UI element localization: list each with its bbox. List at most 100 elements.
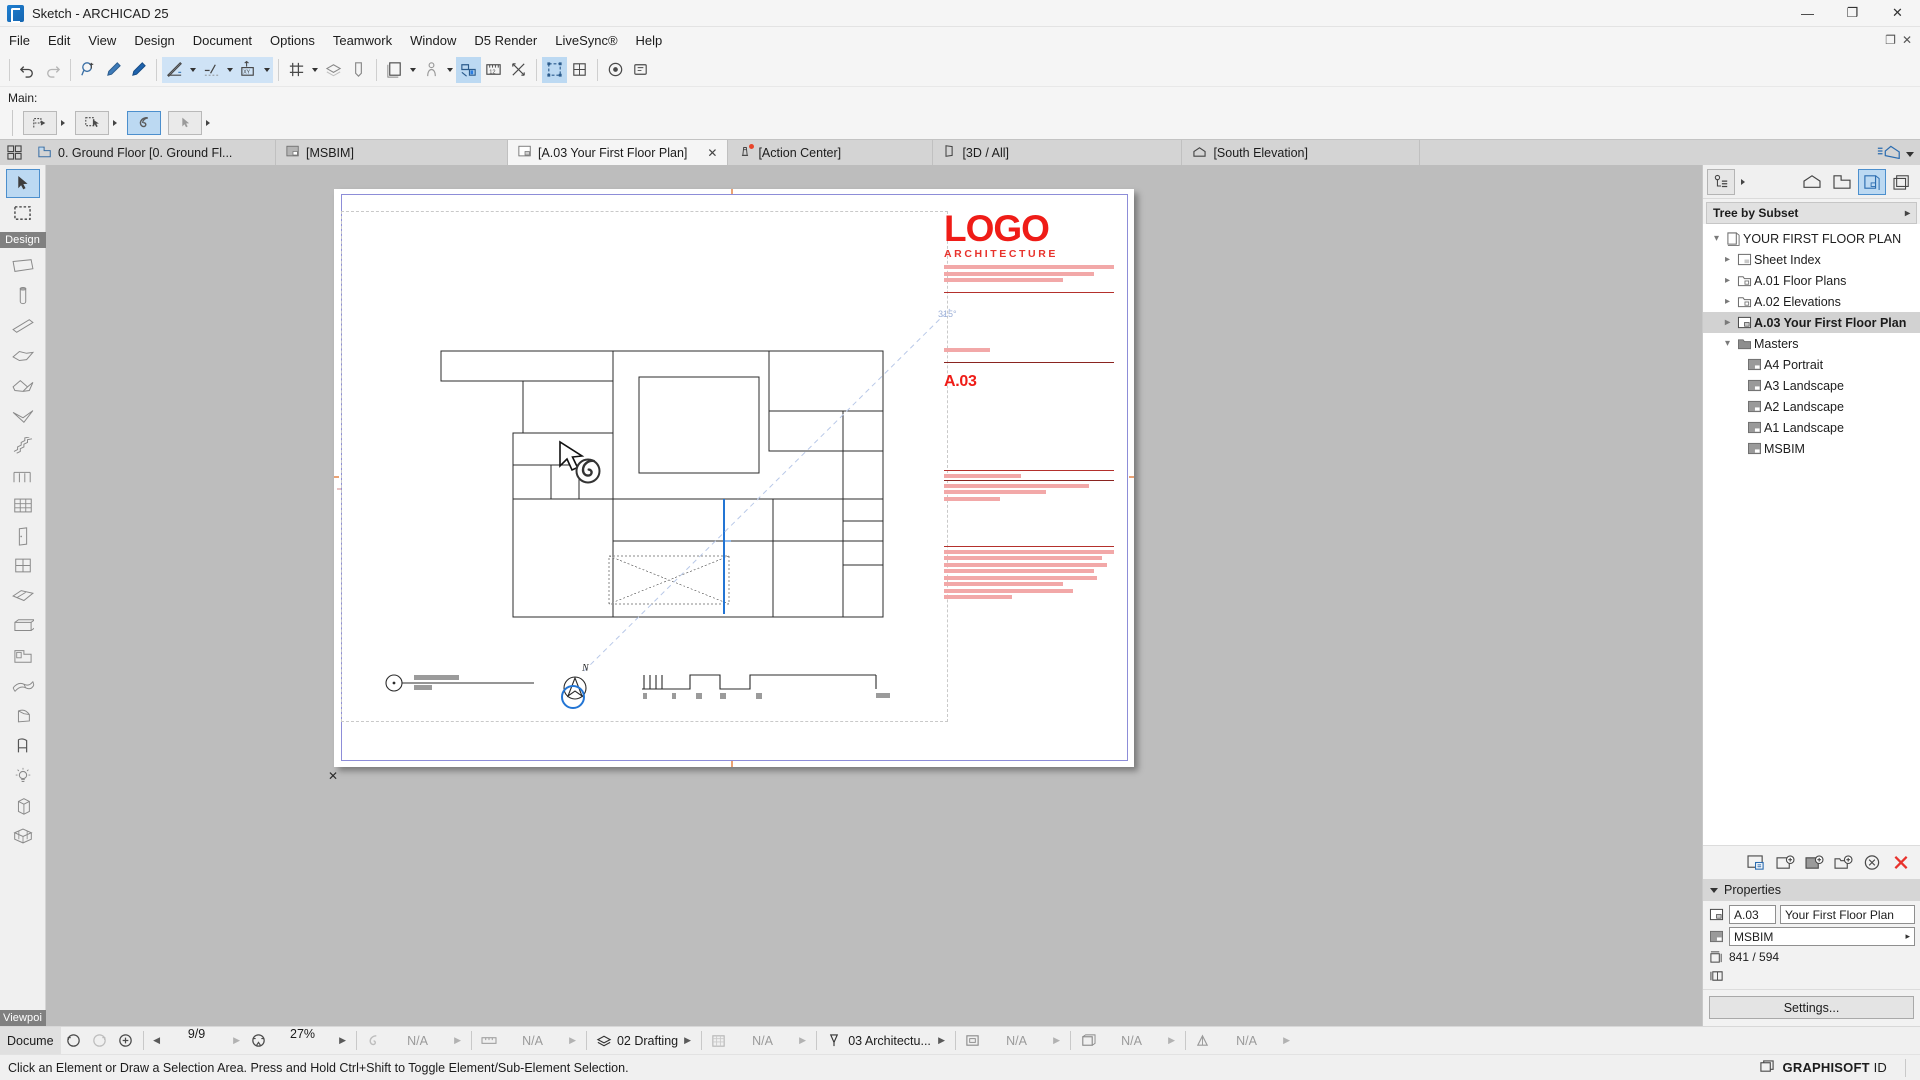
properties-header[interactable]: Properties bbox=[1703, 879, 1920, 901]
slab-tool[interactable] bbox=[6, 341, 40, 370]
menu-window[interactable]: Window bbox=[401, 30, 465, 51]
menu-edit[interactable]: Edit bbox=[39, 30, 79, 51]
coordinate-dropdown[interactable] bbox=[261, 56, 273, 83]
redo-icon[interactable] bbox=[40, 57, 65, 83]
menu-livesync[interactable]: LiveSync® bbox=[546, 30, 626, 51]
menu-document[interactable]: Document bbox=[184, 30, 261, 51]
beam-tool[interactable] bbox=[6, 311, 40, 340]
twisty-down-icon[interactable] bbox=[1710, 887, 1718, 893]
dimension-icon[interactable]: 12 bbox=[481, 57, 506, 83]
graphisoft-id[interactable]: GRAPHISOFT ID bbox=[1759, 1058, 1920, 1077]
status-arrow[interactable]: ▶ bbox=[933, 1035, 951, 1046]
pen-set-icon[interactable] bbox=[346, 57, 371, 83]
new-master-icon[interactable] bbox=[1803, 852, 1825, 874]
menu-options[interactable]: Options bbox=[261, 30, 324, 51]
close-red-icon[interactable] bbox=[1890, 852, 1912, 874]
graphic-override-icon[interactable] bbox=[1190, 1033, 1216, 1049]
marquee-tool[interactable] bbox=[6, 199, 40, 228]
maximize-button[interactable]: ❐ bbox=[1830, 0, 1875, 27]
tree-item-a03-your-first-floor-plan[interactable]: ▸ A.03 Your First Floor Plan bbox=[1703, 312, 1920, 333]
magic-wand-icon[interactable] bbox=[162, 56, 187, 83]
tree-item-a4-portrait[interactable]: A4 Portrait bbox=[1703, 354, 1920, 375]
marquee-icon[interactable] bbox=[542, 56, 567, 83]
navigator-options-dropdown[interactable] bbox=[1737, 169, 1749, 195]
status-arrow[interactable]: ▶ bbox=[1163, 1035, 1181, 1046]
twisty-down-icon[interactable]: ▾ bbox=[1720, 338, 1735, 349]
tab-south-elevation[interactable]: [South Elevation] bbox=[1182, 140, 1421, 165]
coordinate-box-icon[interactable]: XY bbox=[236, 56, 261, 83]
grid-snap-icon[interactable] bbox=[284, 57, 309, 83]
menu-d5-render[interactable]: D5 Render bbox=[465, 30, 546, 51]
publisher-sets-button[interactable] bbox=[1888, 169, 1916, 195]
twisty-right-icon[interactable]: ▸ bbox=[1720, 275, 1735, 286]
page-next-button[interactable]: ▶ bbox=[228, 1027, 246, 1054]
magic-wand-tool[interactable] bbox=[127, 111, 161, 135]
tree-item-a01-floor-plans[interactable]: ▸ A.01 Floor Plans bbox=[1703, 270, 1920, 291]
tree-by-subset-selector[interactable]: Tree by Subset ▸ bbox=[1706, 202, 1917, 224]
layout-name-input[interactable]: Your First Floor Plan bbox=[1780, 905, 1915, 924]
tree-item-a02-elevations[interactable]: ▸ A.02 Elevations bbox=[1703, 291, 1920, 312]
shell-tool[interactable] bbox=[6, 401, 40, 430]
fit-in-window-icon[interactable] bbox=[246, 1027, 272, 1054]
navigator-options-button[interactable] bbox=[1707, 168, 1735, 195]
model-view-icon[interactable] bbox=[603, 57, 628, 83]
zoom-previous-icon[interactable] bbox=[61, 1027, 87, 1054]
view-map-button[interactable] bbox=[1828, 169, 1856, 195]
zoom-in-icon[interactable] bbox=[113, 1027, 139, 1054]
dimension-icon[interactable] bbox=[476, 1034, 502, 1048]
arrow-select-tool[interactable] bbox=[5, 169, 40, 198]
curtain-grid-tool[interactable] bbox=[6, 821, 40, 850]
close-button[interactable]: ✕ bbox=[1875, 0, 1920, 27]
grid-snap-dropdown[interactable] bbox=[309, 57, 321, 83]
tree-item-your-first-floor-plan[interactable]: ▾ YOUR FIRST FLOOR PLAN bbox=[1703, 228, 1920, 249]
status-arrow[interactable]: ▶ bbox=[1048, 1035, 1066, 1046]
layout-canvas[interactable]: 315° N LOGO ARCHITECTURE A.03 ✕ bbox=[46, 165, 1702, 1026]
menu-file[interactable]: File bbox=[0, 30, 39, 51]
stair-object-tool[interactable] bbox=[6, 791, 40, 820]
document-set-icon[interactable] bbox=[382, 57, 407, 83]
twisty-right-icon[interactable]: ▸ bbox=[1720, 254, 1735, 265]
menu-view[interactable]: View bbox=[79, 30, 125, 51]
zone-tool[interactable] bbox=[6, 641, 40, 670]
tab-3d-all[interactable]: [3D / All] bbox=[933, 140, 1183, 165]
status-arrow[interactable]: ▶ bbox=[1278, 1035, 1296, 1046]
tree-item-sheet-index[interactable]: ▸ Sheet Index bbox=[1703, 249, 1920, 270]
mesh-tool[interactable] bbox=[6, 671, 40, 700]
zoom-next-arrow[interactable]: ▶ bbox=[334, 1027, 352, 1054]
door-tool[interactable] bbox=[6, 521, 40, 550]
tree-item-msbim[interactable]: MSBIM bbox=[1703, 438, 1920, 459]
twisty-down-icon[interactable]: ▾ bbox=[1709, 233, 1724, 244]
status-arrow[interactable]: ▶ bbox=[679, 1035, 697, 1046]
tree-item-masters[interactable]: ▾ Masters bbox=[1703, 333, 1920, 354]
drafting-tool-dropdown[interactable] bbox=[57, 111, 68, 135]
renovation-filter-icon[interactable] bbox=[628, 57, 653, 83]
ruler-icon[interactable] bbox=[506, 57, 531, 83]
marquee-tool-dropdown[interactable] bbox=[109, 111, 120, 135]
sheet-footer-graphics[interactable]: N bbox=[384, 659, 914, 729]
window-tool[interactable] bbox=[6, 551, 40, 580]
page-prev-button[interactable]: ◀ bbox=[148, 1027, 166, 1054]
person-scale-dropdown[interactable] bbox=[444, 57, 456, 83]
undo-icon[interactable] bbox=[15, 57, 40, 83]
minimize-button[interactable]: — bbox=[1785, 0, 1830, 27]
guide-line-icon[interactable] bbox=[199, 56, 224, 83]
master-layout-select[interactable]: MSBIM ▸ bbox=[1729, 927, 1915, 946]
tree-item-a1-landscape[interactable]: A1 Landscape bbox=[1703, 417, 1920, 438]
tab-grid-icon[interactable] bbox=[0, 140, 28, 165]
marquee-tool[interactable] bbox=[75, 111, 109, 135]
view-mode-dropdown[interactable] bbox=[1906, 146, 1914, 160]
tab-action-center[interactable]: [Action Center] bbox=[728, 140, 934, 165]
layers-icon[interactable] bbox=[321, 57, 346, 83]
find-select-icon[interactable] bbox=[76, 57, 101, 83]
magic-wand-dropdown[interactable] bbox=[187, 56, 199, 83]
layout-book-tree[interactable]: ▾ YOUR FIRST FLOOR PLAN ▸ Sheet Index ▸ … bbox=[1703, 224, 1920, 845]
view-mode-icon[interactable] bbox=[1876, 143, 1902, 162]
doc-close-button[interactable]: ✕ bbox=[1902, 33, 1912, 47]
sheet-title-block[interactable]: LOGO ARCHITECTURE A.03 bbox=[944, 210, 1114, 602]
morph-tool[interactable] bbox=[6, 701, 40, 730]
new-subset-icon[interactable] bbox=[1832, 852, 1854, 874]
refresh-icon[interactable] bbox=[1861, 852, 1883, 874]
graphisoft-window-icon[interactable] bbox=[1759, 1059, 1775, 1077]
column-tool[interactable] bbox=[6, 281, 40, 310]
twisty-right-icon[interactable]: ▸ bbox=[1720, 296, 1735, 307]
